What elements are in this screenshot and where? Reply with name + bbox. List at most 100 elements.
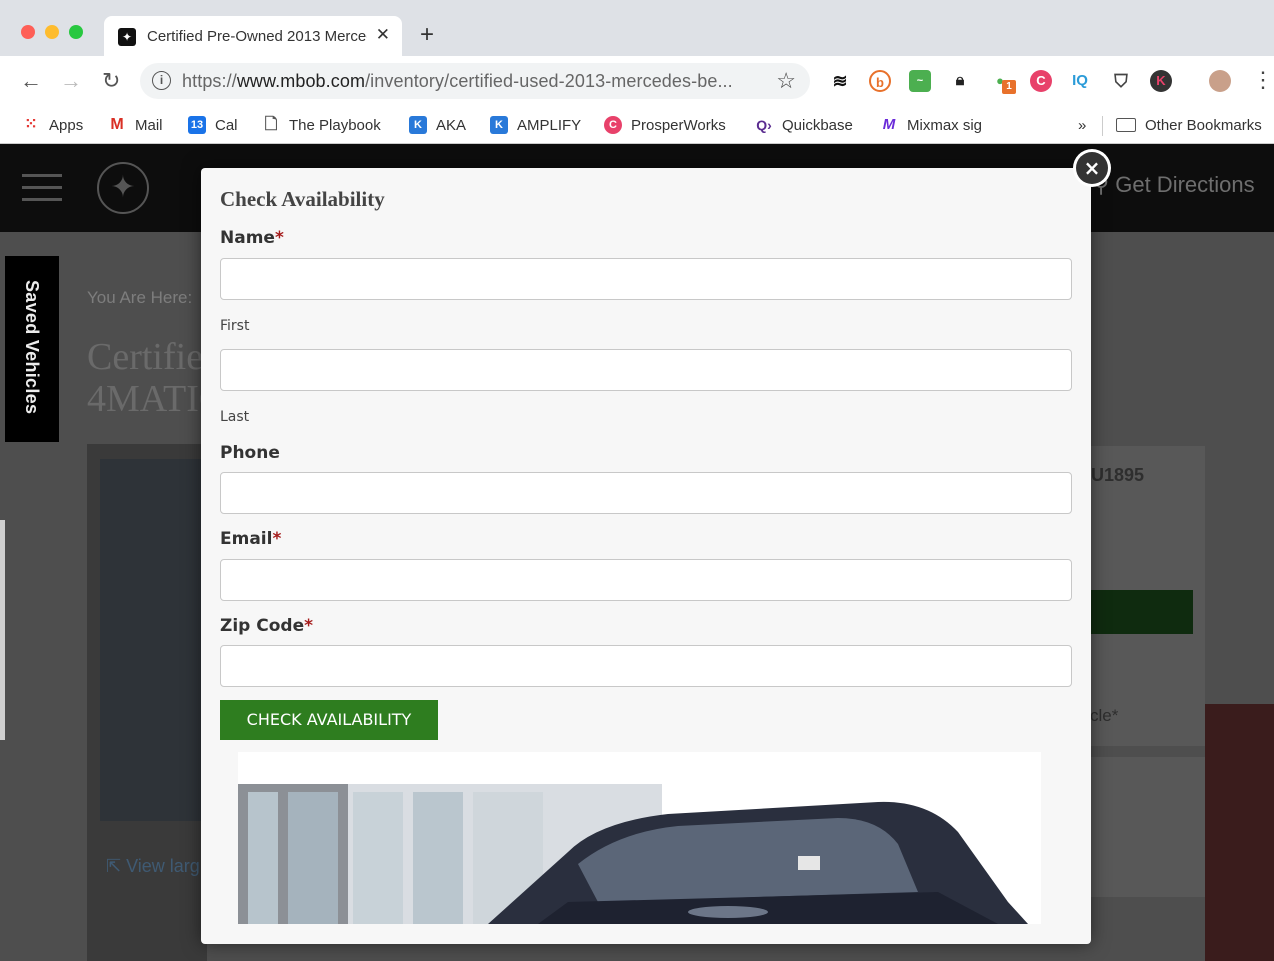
- mercedes-logo-icon[interactable]: ✦: [97, 162, 149, 214]
- site-info-icon[interactable]: i: [152, 71, 171, 90]
- required-asterisk: *: [274, 228, 284, 248]
- bookmark-playbook[interactable]: 🗋︎ The Playbook: [262, 106, 381, 144]
- modal-close-button[interactable]: ×: [1073, 149, 1111, 187]
- mixmax-icon: M: [882, 116, 896, 133]
- required-asterisk: *: [272, 529, 282, 549]
- extension-badge: 1: [1002, 80, 1016, 94]
- chrome-menu-icon[interactable]: ⋮: [1252, 68, 1274, 92]
- get-directions-link[interactable]: ⚲ Get Directions: [1093, 172, 1255, 198]
- zip-code-label: Zip Code*: [220, 616, 313, 636]
- lock-extension-icon[interactable]: 🔒︎: [949, 70, 971, 92]
- email-input[interactable]: [220, 559, 1072, 601]
- amplify-icon: K: [490, 116, 508, 134]
- zip-code-input[interactable]: [220, 645, 1072, 687]
- browser-chrome: ✦ Certified Pre-Owned 2013 Mercedes ✕ + …: [0, 0, 1274, 144]
- browser-tab-active[interactable]: ✦ Certified Pre-Owned 2013 Mercedes ✕: [104, 16, 402, 56]
- saved-vehicles-tab[interactable]: Saved Vehicles: [5, 256, 59, 442]
- back-arrow-icon[interactable]: ←: [20, 68, 42, 94]
- url-scheme: https://: [182, 71, 237, 91]
- secondary-info-panel: [1088, 757, 1205, 897]
- tab-strip: ✦ Certified Pre-Owned 2013 Mercedes ✕ +: [0, 0, 1274, 56]
- window-maximize-button[interactable]: [69, 25, 83, 39]
- side-action-button[interactable]: [1088, 590, 1193, 634]
- name-label-text: Name: [220, 228, 275, 248]
- view-larger-label: View larg: [126, 856, 200, 876]
- new-tab-button[interactable]: +: [420, 22, 434, 48]
- tab-close-icon[interactable]: ✕: [376, 25, 390, 45]
- iq-extension-icon[interactable]: IQ: [1069, 70, 1091, 92]
- aka-icon: K: [409, 116, 427, 134]
- bookmark-label: Mail: [135, 116, 163, 134]
- url-domain: www.mbob.com: [236, 71, 366, 91]
- phone-input[interactable]: [220, 472, 1072, 514]
- bookmark-prosperworks[interactable]: C ProsperWorks: [604, 106, 726, 144]
- bookmarks-divider: [1102, 116, 1103, 136]
- get-directions-label: Get Directions: [1115, 172, 1255, 197]
- first-sublabel: First: [220, 318, 250, 334]
- k-extension-icon[interactable]: K: [1150, 70, 1172, 92]
- chart-extension-icon[interactable]: ~: [909, 70, 931, 92]
- email-label-text: Email: [220, 529, 273, 549]
- hamburger-menu-icon[interactable]: [22, 174, 62, 204]
- pocket-extension-icon[interactable]: ⛉: [1110, 70, 1132, 92]
- bookmark-apps[interactable]: ⁙ Apps: [22, 106, 83, 144]
- android-extension-icon[interactable]: ● 1: [989, 70, 1016, 94]
- browser-toolbar: ← → ↻ i https://www.mbob.com/inventory/c…: [0, 56, 1274, 106]
- vehicle-gallery-image[interactable]: [100, 459, 210, 821]
- mercedes-favicon-icon: ✦: [118, 28, 136, 46]
- quickbase-icon: Q›: [756, 117, 772, 133]
- stock-number-fragment: U1895: [1091, 465, 1145, 485]
- saved-vehicles-label: Saved Vehicles: [22, 280, 42, 415]
- window-close-button[interactable]: [21, 25, 35, 39]
- document-icon: 🗋︎: [264, 116, 278, 133]
- bookmark-label: Apps: [49, 116, 84, 134]
- url-text[interactable]: https://www.mbob.com/inventory/certified…: [182, 71, 733, 92]
- bookmark-label: Mixmax sig: [907, 116, 983, 134]
- other-bookmarks-label: Other Bookmarks: [1145, 116, 1262, 134]
- vehicle-photo-illustration: [238, 752, 1041, 924]
- bookmark-aka[interactable]: K AKA: [409, 106, 466, 144]
- external-link-icon: ⇱: [106, 856, 127, 876]
- bookmark-mail[interactable]: M Mail: [108, 106, 163, 144]
- bookmark-amplify[interactable]: K AMPLIFY: [490, 106, 581, 144]
- bookmark-label: Quickbase: [782, 116, 853, 134]
- check-availability-button[interactable]: CHECK AVAILABILITY: [220, 700, 438, 740]
- first-name-input[interactable]: [220, 258, 1072, 300]
- b-extension-icon[interactable]: b: [869, 70, 891, 92]
- email-label: Email*: [220, 529, 281, 549]
- prosperworks-extension-icon[interactable]: C: [1030, 70, 1052, 92]
- phone-label: Phone: [220, 443, 280, 463]
- bookmark-label: The Playbook: [289, 116, 381, 134]
- zip-label-text: Zip Code: [220, 616, 305, 636]
- other-bookmarks-folder[interactable]: Other Bookmarks: [1116, 106, 1262, 144]
- gmail-icon: M: [110, 116, 124, 133]
- reload-icon[interactable]: ↻: [102, 68, 120, 94]
- address-bar[interactable]: i https://www.mbob.com/inventory/certifi…: [140, 63, 810, 99]
- bookmark-cal[interactable]: 13 Cal: [188, 106, 238, 144]
- apps-grid-icon: ⁙: [24, 116, 38, 133]
- bookmark-star-icon[interactable]: ☆: [776, 68, 796, 94]
- last-sublabel: Last: [220, 409, 250, 425]
- bookmark-label: ProsperWorks: [631, 116, 726, 134]
- close-icon: ×: [1076, 152, 1108, 184]
- vehicle-photo: [238, 752, 1041, 924]
- bookmark-mixmax[interactable]: M Mixmax sig: [880, 106, 982, 144]
- prosperworks-icon: C: [604, 116, 622, 134]
- breadcrumb: You Are Here:: [87, 288, 193, 307]
- profile-avatar[interactable]: [1209, 70, 1231, 92]
- check-availability-modal: Check Availability Name* First Last Phon…: [201, 168, 1091, 944]
- last-name-input[interactable]: [220, 349, 1072, 391]
- vehicle-field-fragment: cle*: [1090, 706, 1119, 725]
- url-path: /inventory/certified-used-2013-mercedes-…: [365, 71, 733, 91]
- name-label: Name*: [220, 228, 284, 248]
- bookmark-label: AMPLIFY: [517, 116, 582, 134]
- buffer-extension-icon[interactable]: ≋: [829, 70, 851, 92]
- view-larger-link[interactable]: ⇱ View larg: [106, 856, 200, 877]
- bookmarks-overflow-button[interactable]: »: [1078, 106, 1086, 144]
- calendar-icon: 13: [188, 116, 206, 134]
- bookmark-quickbase[interactable]: Q› Quickbase: [755, 106, 853, 144]
- window-minimize-button[interactable]: [45, 25, 59, 39]
- background-car-image: [1205, 704, 1274, 961]
- page-edge-strip: [0, 520, 5, 740]
- forward-arrow-icon[interactable]: →: [60, 68, 82, 94]
